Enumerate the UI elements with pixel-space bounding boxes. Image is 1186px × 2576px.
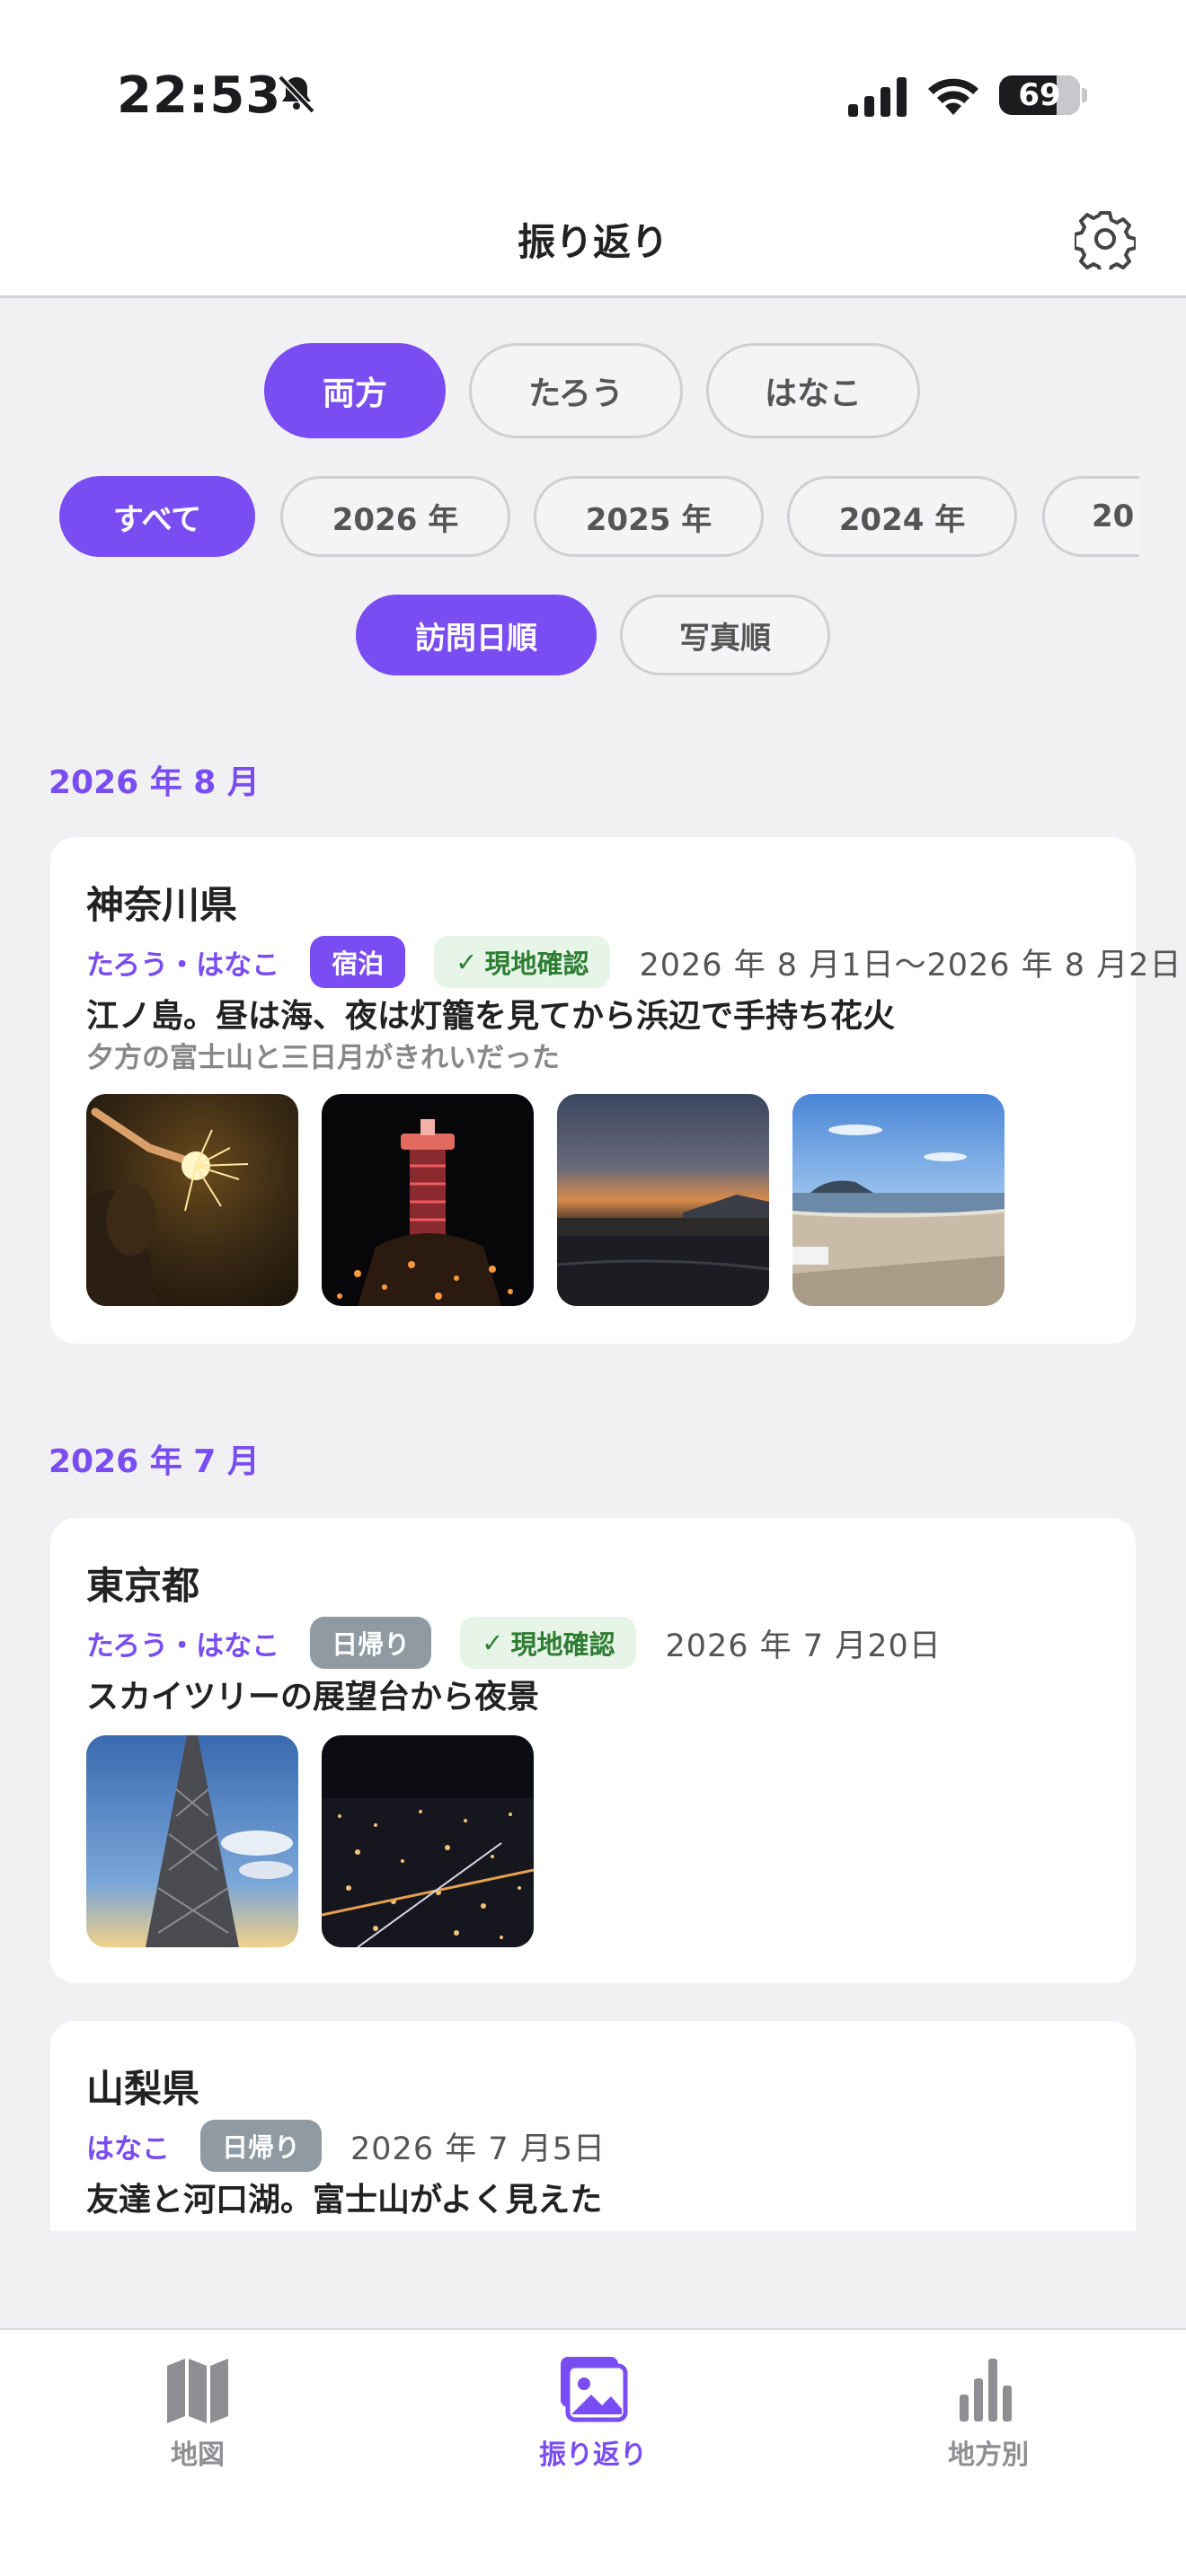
section-title: 2026 年 7 月	[49, 1443, 260, 1480]
tab-review[interactable]: 振り返り	[485, 2353, 701, 2488]
people-label: たろう・はなこ	[86, 1629, 280, 1663]
nav-header: 振り返り	[0, 180, 1186, 298]
trip-meta: たろう・はなこ 宿泊 ✓ 現地確認 2026 年 8 月1日〜2026 年 8 月…	[86, 936, 1182, 988]
verified-label: 現地確認	[510, 1629, 615, 1660]
tab-region[interactable]: 地方別	[881, 2353, 1096, 2488]
bar-chart-icon	[960, 2359, 1012, 2422]
photo-album-icon	[561, 2357, 628, 2422]
prefecture-name: 山梨県	[86, 2067, 200, 2111]
verified-label: 現地確認	[484, 948, 589, 979]
sort-visit-date[interactable]: 訪問日順	[356, 595, 597, 675]
filter-year-2026[interactable]: 2026 年	[280, 476, 510, 557]
filter-person-both[interactable]: 両方	[264, 343, 446, 438]
visit-date: 2026 年 7 月20日	[665, 1628, 942, 1664]
sparkler-photo[interactable]	[86, 1094, 298, 1306]
year-filter-scroller[interactable]: すべて 2026 年 2025 年 2024 年 20	[56, 476, 1139, 562]
sort-photos[interactable]: 写真順	[620, 595, 830, 675]
trip-note: スカイツリーの展望台から夜景	[86, 1679, 540, 1716]
gear-icon[interactable]	[1075, 208, 1136, 269]
filter-person-hanako[interactable]: はなこ	[706, 343, 920, 438]
verified-badge: ✓ 現地確認	[460, 1617, 637, 1669]
prefecture-name: 神奈川県	[86, 883, 238, 927]
city-night-photo[interactable]	[322, 1735, 534, 1947]
map-icon	[167, 2359, 228, 2423]
tab-bar: 地図 振り返り 地方別	[0, 2328, 1186, 2576]
wifi-icon	[928, 78, 978, 115]
trip-note: 友達と河口湖。富士山がよく見えた	[86, 2182, 603, 2219]
status-bar: 22:53 69	[0, 0, 1186, 180]
visit-date: 2026 年 7 月5日	[350, 2130, 606, 2167]
prefecture-name: 東京都	[86, 1564, 200, 1608]
bell-muted-icon	[278, 75, 315, 114]
trip-type-badge: 日帰り	[310, 1617, 432, 1669]
people-label: たろう・はなこ	[86, 948, 280, 982]
skytree-photo[interactable]	[86, 1735, 298, 1947]
trip-type-badge: 日帰り	[200, 2120, 323, 2172]
filter-year-more[interactable]: 20	[1042, 476, 1139, 557]
tab-label: 地方別	[948, 2439, 1029, 2471]
verified-badge: ✓ 現地確認	[434, 936, 611, 988]
scroll-content[interactable]: 22:53 69 振り返り 両方 たろう はなこ すべて 2026 年 2025…	[0, 0, 1186, 2231]
trip-type-badge: 宿泊	[310, 936, 406, 988]
cellular-signal-icon	[848, 77, 907, 117]
visit-date: 2026 年 8 月1日〜2026 年 8 月2日	[639, 947, 1182, 984]
tab-label: 地図	[171, 2439, 225, 2471]
sunset-coast-photo[interactable]	[557, 1094, 769, 1306]
trip-card[interactable]: 東京都 たろう・はなこ 日帰り ✓ 現地確認 2026 年 7 月20日 スカイツ…	[50, 1518, 1136, 1983]
checkmark-icon: ✓	[456, 947, 478, 977]
filter-year-all[interactable]: すべて	[59, 476, 255, 557]
trip-note: 江ノ島。昼は海、夜は灯籠を見てから浜辺で手持ち花火	[86, 998, 896, 1035]
beach-day-photo[interactable]	[792, 1094, 1005, 1306]
filter-year-2025[interactable]: 2025 年	[534, 476, 764, 557]
trip-card[interactable]: 山梨県 はなこ 日帰り 2026 年 7 月5日 友達と河口湖。富士山がよく見え…	[50, 2021, 1136, 2231]
people-label: はなこ	[86, 2132, 170, 2166]
status-time: 22:53	[117, 66, 282, 125]
trip-meta: はなこ 日帰り 2026 年 7 月5日	[86, 2120, 606, 2172]
filter-year-2024[interactable]: 2024 年	[787, 476, 1017, 557]
lighthouse-night-photo[interactable]	[322, 1094, 534, 1306]
trip-card[interactable]: 神奈川県 たろう・はなこ 宿泊 ✓ 現地確認 2026 年 8 月1日〜2026 …	[50, 837, 1181, 1344]
trip-subnote: 夕方の富士山と三日月がきれいだった	[86, 1042, 560, 1074]
page-title: 振り返り	[517, 220, 668, 264]
checkmark-icon: ✓	[482, 1628, 504, 1658]
trip-meta: たろう・はなこ 日帰り ✓ 現地確認 2026 年 7 月20日	[86, 1617, 942, 1669]
battery-indicator: 69	[999, 75, 1080, 115]
section-title: 2026 年 8 月	[49, 764, 260, 801]
filter-person-taro[interactable]: たろう	[469, 343, 683, 438]
tab-label: 振り返り	[539, 2439, 647, 2471]
app-screen: 22:53 69 振り返り 両方 たろう はなこ すべて 2026 年 2025…	[0, 0, 1186, 2576]
battery-level: 69	[1018, 77, 1061, 113]
tab-map[interactable]: 地図	[90, 2353, 305, 2488]
